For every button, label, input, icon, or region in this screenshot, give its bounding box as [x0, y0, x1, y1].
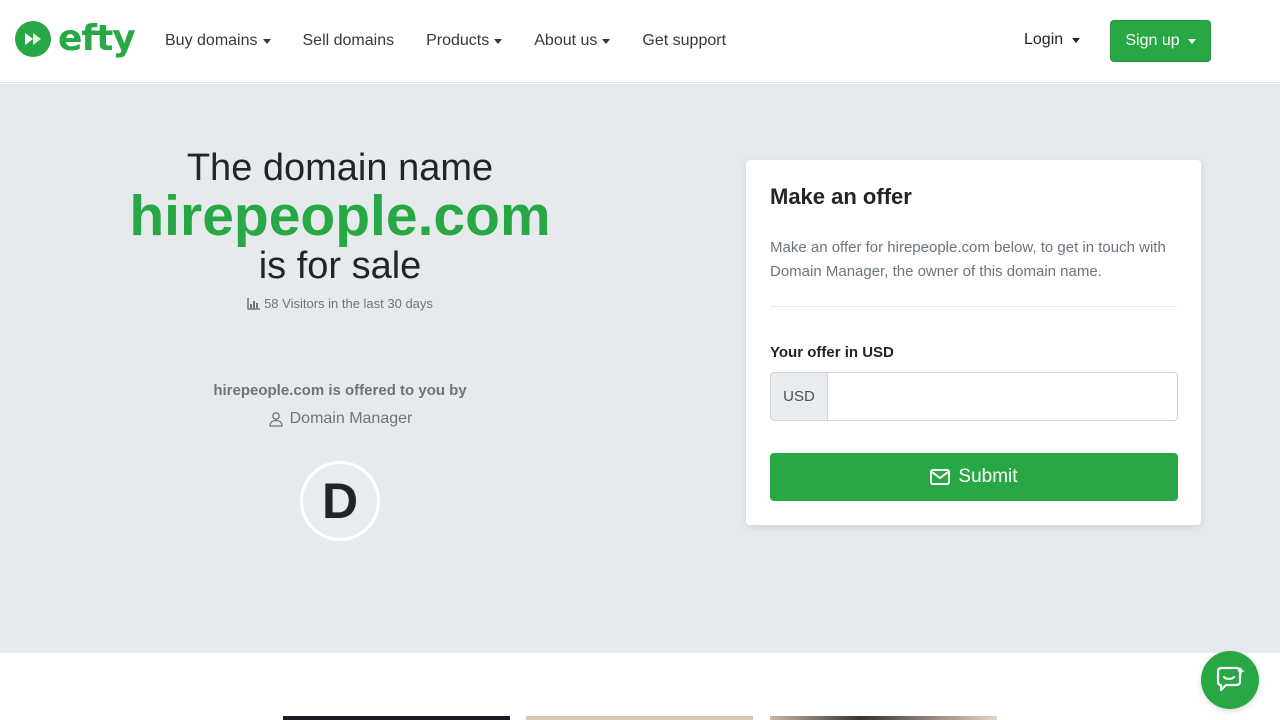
offer-card: Make an offer Make an offer for hirepeop… [746, 160, 1201, 525]
nav-get-support[interactable]: Get support [642, 30, 726, 52]
brand-name: efty [58, 18, 136, 59]
visitors-text: 58 Visitors in the last 30 days [264, 296, 433, 311]
caret-down-icon [494, 38, 503, 44]
offer-amount-input[interactable] [828, 372, 1178, 421]
nav-buy-domains[interactable]: Buy domains [165, 30, 271, 52]
signup-label: Sign up [1125, 32, 1180, 49]
domain-thumbnail[interactable] [283, 716, 510, 720]
hero-section: The domain name hirepeople.com is for sa… [0, 84, 1280, 653]
submit-label: Submit [958, 466, 1018, 487]
signup-button[interactable]: Sign up [1110, 20, 1211, 62]
chat-support-button[interactable] [1201, 651, 1259, 709]
login-label: Login [1024, 31, 1064, 48]
owner-link[interactable]: Domain Manager [100, 410, 580, 428]
nav-label: Products [426, 32, 490, 49]
nav-label: Get support [642, 32, 727, 49]
envelope-icon [930, 469, 951, 485]
visitors-stat: 58 Visitors in the last 30 days [100, 296, 580, 311]
user-icon [268, 412, 283, 427]
efty-logo[interactable]: efty [14, 18, 136, 59]
offered-by-text: hirepeople.com is offered to you by [213, 382, 467, 399]
nav-label: About us [534, 32, 598, 49]
hero-line-for-sale: is for sale [258, 245, 422, 287]
currency-prefix: USD [770, 372, 828, 421]
divider [770, 306, 1177, 307]
nav-products[interactable]: Products [426, 30, 503, 52]
offer-amount-label: Your offer in USD [770, 344, 894, 361]
offer-input-group: USD [770, 372, 1178, 421]
caret-down-icon [1072, 37, 1081, 43]
site-header: efty Buy domains Sell domains Products A… [0, 0, 1280, 83]
caret-down-icon [602, 38, 611, 44]
owner-name: Domain Manager [289, 410, 413, 427]
caret-down-icon [1187, 38, 1196, 44]
submit-offer-button[interactable]: Submit [770, 453, 1178, 501]
nav-label: Sell domains [302, 32, 395, 49]
offer-card-description: Make an offer for hirepeople.com below, … [770, 239, 1166, 280]
nav-about-us[interactable]: About us [534, 30, 611, 52]
login-dropdown[interactable]: Login [1024, 31, 1081, 49]
caret-down-icon [262, 38, 271, 44]
nav-label: Buy domains [165, 32, 258, 49]
chat-support-icon [1216, 666, 1245, 692]
bar-chart-icon [247, 297, 261, 310]
main-nav: Buy domains Sell domains Products About … [165, 30, 726, 52]
nav-sell-domains[interactable]: Sell domains [303, 30, 395, 52]
domain-thumbnail[interactable] [770, 716, 997, 720]
efty-logo-icon [15, 21, 51, 57]
offer-card-title: Make an offer [770, 184, 912, 209]
avatar: D [300, 461, 380, 541]
domain-thumbnail[interactable] [526, 716, 753, 720]
domain-name-title: hirepeople.com [129, 184, 551, 248]
